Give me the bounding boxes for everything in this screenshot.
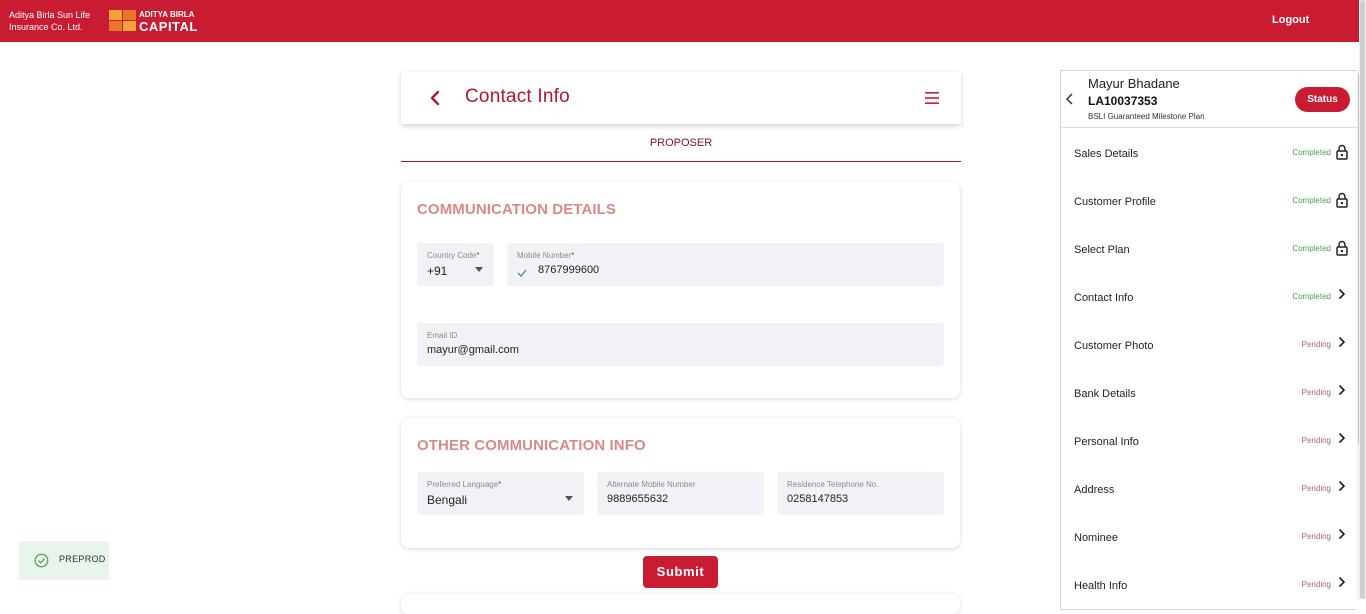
status-button[interactable]: Status bbox=[1295, 87, 1350, 112]
capital-line-2: CAPITAL bbox=[139, 18, 198, 34]
application-id: LA10037353 bbox=[1088, 94, 1158, 108]
alternate-mobile-label: Alternate Mobile Number bbox=[607, 480, 696, 489]
sidebar-item-status: Pending bbox=[1301, 340, 1331, 349]
plan-name: BSLI Guaranteed Milestone Plan bbox=[1088, 112, 1205, 121]
country-code-value: +91 bbox=[427, 264, 448, 278]
sidebar-item-customer-photo[interactable]: Customer Photo Pending bbox=[1061, 320, 1358, 368]
sidebar-item-label: Address bbox=[1074, 484, 1115, 496]
check-circle-icon bbox=[34, 553, 49, 568]
sidebar-item-personal-info[interactable]: Personal Info Pending bbox=[1061, 416, 1358, 464]
dropdown-caret-icon bbox=[565, 496, 573, 501]
sidebar-item-status: Completed bbox=[1292, 244, 1331, 253]
sidebar-item-sales-details[interactable]: Sales Details Completed bbox=[1061, 128, 1358, 176]
lock-icon bbox=[1335, 192, 1349, 208]
page-scrollbar[interactable] bbox=[1359, 0, 1366, 599]
environment-badge: PREPROD bbox=[19, 541, 109, 580]
chevron-left-icon[interactable] bbox=[1064, 92, 1076, 106]
environment-label: PREPROD bbox=[59, 554, 106, 564]
chevron-right-icon bbox=[1335, 334, 1349, 350]
top-header: Aditya Birla Sun Life Insurance Co. Ltd.… bbox=[0, 0, 1366, 42]
sidebar-item-label: Select Plan bbox=[1074, 244, 1130, 256]
sun-logo-icon bbox=[109, 10, 137, 32]
sidebar-item-label: Nominee bbox=[1074, 532, 1119, 544]
sidebar-item-contact-info[interactable]: Contact Info Completed bbox=[1061, 272, 1358, 320]
chevron-right-icon bbox=[1335, 478, 1349, 494]
chevron-right-icon bbox=[1335, 430, 1349, 446]
section-title-communication: COMMUNICATION DETAILS bbox=[417, 201, 617, 218]
preferred-language-select[interactable]: Preferred Language* Bengali bbox=[417, 472, 584, 515]
chevron-right-icon bbox=[1335, 286, 1349, 302]
country-code-select[interactable]: Country Code* +91 bbox=[417, 243, 494, 286]
chevron-right-icon bbox=[1335, 382, 1349, 398]
submit-button[interactable]: Submit bbox=[643, 556, 718, 588]
sidebar-item-customer-profile[interactable]: Customer Profile Completed bbox=[1061, 176, 1358, 224]
preferred-language-value: Bengali bbox=[427, 493, 468, 507]
sidebar-item-label: Contact Info bbox=[1074, 292, 1134, 304]
sidebar-item-status: Pending bbox=[1301, 388, 1331, 397]
sidebar-item-status: Completed bbox=[1292, 196, 1331, 205]
mobile-number-label: Mobile Number bbox=[517, 251, 572, 260]
email-label: Email ID bbox=[427, 331, 458, 340]
capital-line-1: ADITYA BIRLA bbox=[139, 9, 195, 19]
preferred-language-label: Preferred Language bbox=[427, 480, 499, 489]
lock-icon bbox=[1335, 144, 1349, 160]
chevron-right-icon bbox=[1335, 574, 1349, 590]
sidebar-item-status: Pending bbox=[1301, 580, 1331, 589]
logout-button[interactable]: Logout bbox=[1272, 14, 1309, 26]
country-code-label: Country Code bbox=[427, 251, 477, 260]
alternate-mobile-field[interactable]: Alternate Mobile Number 9889655632 bbox=[597, 472, 764, 515]
sidebar-item-nominee[interactable]: Nominee Pending bbox=[1061, 512, 1358, 560]
page-title-bar: Contact Info bbox=[401, 72, 961, 124]
sidebar-item-health-info[interactable]: Health Info Pending bbox=[1061, 560, 1358, 608]
sidebar-item-address[interactable]: Address Pending bbox=[1061, 464, 1358, 512]
back-arrow-icon[interactable] bbox=[425, 88, 445, 108]
sidebar-item-label: Sales Details bbox=[1074, 148, 1139, 160]
lock-icon bbox=[1335, 240, 1349, 256]
other-communication-card: OTHER COMMUNICATION INFO Preferred Langu… bbox=[401, 418, 960, 548]
chevron-right-icon bbox=[1335, 526, 1349, 542]
next-section-card bbox=[401, 594, 960, 614]
sidebar-item-status: Pending bbox=[1301, 532, 1331, 541]
progress-sidebar: Mayur Bhadane LA10037353 BSLI Guaranteed… bbox=[1060, 70, 1358, 610]
sidebar-item-label: Customer Photo bbox=[1074, 340, 1154, 352]
mobile-number-value: 8767999600 bbox=[538, 264, 600, 276]
section-title-other-communication: OTHER COMMUNICATION INFO bbox=[417, 437, 646, 454]
residence-telephone-field[interactable]: Residence Telephone No. 0258147853 bbox=[777, 472, 944, 515]
absli-logo: Aditya Birla Sun Life Insurance Co. Ltd. bbox=[9, 9, 99, 33]
sidebar-item-bank-details[interactable]: Bank Details Pending bbox=[1061, 368, 1358, 416]
sidebar-item-label: Health Info bbox=[1074, 580, 1128, 592]
email-value: mayur@gmail.com bbox=[427, 344, 519, 356]
sidebar-item-label: Personal Info bbox=[1074, 436, 1139, 448]
brand-line-1: Aditya Birla Sun Life bbox=[9, 10, 91, 20]
sidebar-item-select-plan[interactable]: Select Plan Completed bbox=[1061, 224, 1358, 272]
brand-line-2: Insurance Co. Ltd. bbox=[9, 22, 83, 32]
sidebar-item-status: Pending bbox=[1301, 436, 1331, 445]
customer-name: Mayur Bhadane bbox=[1088, 76, 1180, 91]
tab-proposer[interactable]: PROPOSER bbox=[401, 131, 961, 162]
hamburger-menu-icon[interactable] bbox=[922, 90, 942, 106]
verified-check-icon bbox=[517, 265, 527, 277]
alternate-mobile-value: 9889655632 bbox=[607, 493, 669, 505]
sidebar-item-status: Completed bbox=[1292, 148, 1331, 157]
residence-telephone-value: 0258147853 bbox=[787, 493, 849, 505]
sidebar-item-status: Completed bbox=[1292, 292, 1331, 301]
email-field[interactable]: Email ID mayur@gmail.com bbox=[417, 323, 944, 366]
mobile-number-field[interactable]: Mobile Number* 8767999600 bbox=[507, 243, 944, 286]
sidebar-header: Mayur Bhadane LA10037353 BSLI Guaranteed… bbox=[1061, 71, 1358, 128]
residence-telephone-label: Residence Telephone No. bbox=[787, 480, 879, 489]
communication-details-card: COMMUNICATION DETAILS Country Code* +91 … bbox=[401, 182, 960, 398]
dropdown-caret-icon bbox=[475, 267, 483, 272]
sidebar-item-status: Pending bbox=[1301, 484, 1331, 493]
page-title: Contact Info bbox=[465, 86, 570, 107]
sidebar-item-label: Customer Profile bbox=[1074, 196, 1156, 208]
aditya-birla-capital-logo: ADITYA BIRLA CAPITAL bbox=[109, 9, 198, 34]
sidebar-item-label: Bank Details bbox=[1074, 388, 1136, 400]
